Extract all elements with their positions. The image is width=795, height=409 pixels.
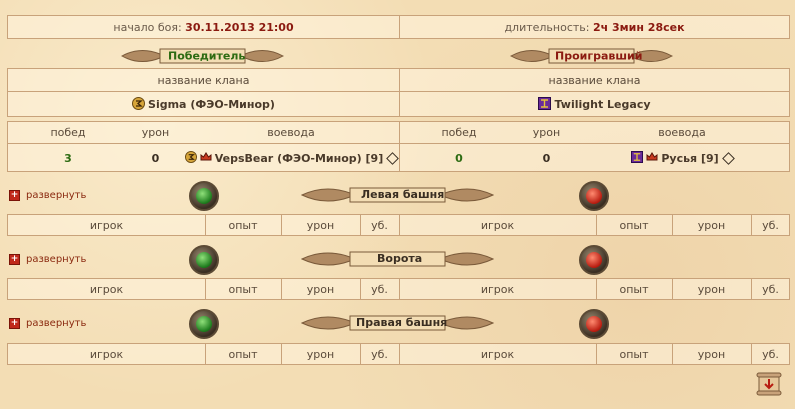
col-exp: опыт	[228, 218, 258, 232]
winner-clan-name: Sigma (ФЭО-Минор)	[148, 98, 275, 111]
start-value: 30.11.2013 21:00	[185, 20, 294, 34]
loser-leader-name: Русья [9]	[661, 151, 719, 165]
clan-table: название клана название клана Sigma (ФЭО…	[7, 68, 790, 117]
col-player: игрок	[480, 347, 515, 361]
winner-leader-name: VepsBear (ФЭО-Минор) [9]	[214, 151, 384, 165]
red-flag-icon	[579, 245, 609, 275]
col-player: игрок	[89, 218, 124, 232]
winner-leader[interactable]: VepsBear (ФЭО-Минор) [9]	[183, 143, 400, 173]
winner-wins-header: побед	[50, 126, 86, 139]
col-damage: урон	[697, 218, 726, 232]
info-icon[interactable]	[721, 151, 735, 165]
col-player: игрок	[89, 282, 124, 296]
plus-icon: +	[9, 190, 20, 201]
red-flag-icon	[579, 309, 609, 339]
col-player: игрок	[89, 347, 124, 361]
col-kills: уб.	[762, 218, 779, 232]
green-flag-icon	[189, 245, 219, 275]
loser-leader[interactable]: Русья [9]	[574, 143, 790, 173]
winner-clan[interactable]: Sigma (ФЭО-Минор)	[8, 91, 399, 118]
loser-clan-col-header: название клана	[548, 73, 641, 87]
plus-icon: +	[9, 318, 20, 329]
green-flag-icon	[189, 181, 219, 211]
start-label: начало боя:	[113, 20, 182, 34]
winner-damage-header: урон	[141, 126, 170, 139]
col-kills: уб.	[371, 218, 388, 232]
col-damage: урон	[697, 347, 726, 361]
col-player: игрок	[480, 218, 515, 232]
players-table-gate: игрок опыт урон уб. игрок опыт урон уб.	[7, 278, 790, 300]
twilight-clan-icon	[631, 150, 644, 166]
expand-toggle-left-tower[interactable]: + развернуть	[9, 190, 86, 201]
expand-label: развернуть	[26, 190, 87, 201]
tower-title-gate: Ворота	[377, 252, 423, 265]
loser-damage-header: урон	[532, 126, 561, 139]
col-damage: урон	[306, 282, 335, 296]
tower-title-right: Правая башня	[356, 316, 448, 329]
expand-label: развернуть	[26, 254, 87, 265]
col-player: игрок	[480, 282, 515, 296]
scroll-icon[interactable]	[755, 370, 783, 398]
players-table-right: игрок опыт урон уб. игрок опыт урон уб.	[7, 343, 790, 365]
players-table-left: игрок опыт урон уб. игрок опыт урон уб.	[7, 214, 790, 236]
loser-wins-value: 0	[455, 151, 463, 165]
loser-clan-name: Twilight Legacy	[554, 98, 651, 111]
winner-title: Победитель	[168, 49, 246, 63]
tower-title-left: Левая башня	[361, 188, 445, 201]
winner-leader-header: воевода	[267, 126, 315, 139]
col-exp: опыт	[619, 218, 649, 232]
expand-label: развернуть	[26, 318, 87, 329]
loser-wins-header: побед	[441, 126, 477, 139]
loser-leader-header: воевода	[658, 126, 706, 139]
twilight-clan-icon	[538, 96, 552, 113]
stats-table: побед урон воевода побед урон воевода 3 …	[7, 121, 790, 172]
battle-start: начало боя: 30.11.2013 21:00	[8, 16, 399, 38]
winner-damage-value: 0	[151, 151, 160, 165]
red-flag-icon	[579, 181, 609, 211]
expand-toggle-right-tower[interactable]: + развернуть	[9, 318, 86, 329]
sigma-clan-icon	[184, 150, 197, 166]
winner-clan-col-header: название клана	[157, 73, 250, 87]
green-flag-icon	[189, 309, 219, 339]
loser-title: Проигравший	[555, 49, 643, 63]
battle-duration: длительность: 2ч 3мин 28сек	[399, 16, 790, 38]
loser-damage-value: 0	[542, 151, 551, 165]
col-damage: урон	[306, 347, 335, 361]
col-kills: уб.	[371, 282, 388, 296]
info-icon[interactable]	[386, 151, 400, 165]
col-damage: урон	[697, 282, 726, 296]
winner-wins-value: 3	[64, 151, 72, 165]
sigma-clan-icon	[132, 96, 146, 113]
crown-icon	[646, 151, 658, 166]
loser-clan[interactable]: Twilight Legacy	[399, 91, 790, 118]
duration-label: длительность:	[504, 20, 590, 34]
col-exp: опыт	[228, 282, 258, 296]
duration-value: 2ч 3мин 28сек	[592, 20, 685, 34]
battle-info-bar: начало боя: 30.11.2013 21:00 длительност…	[7, 15, 790, 39]
col-exp: опыт	[619, 347, 649, 361]
crown-icon	[200, 151, 212, 166]
plus-icon: +	[9, 254, 20, 265]
col-exp: опыт	[228, 347, 258, 361]
col-damage: урон	[306, 218, 335, 232]
col-exp: опыт	[619, 282, 649, 296]
expand-toggle-gate[interactable]: + развернуть	[9, 254, 86, 265]
col-kills: уб.	[762, 282, 779, 296]
col-kills: уб.	[371, 347, 388, 361]
col-kills: уб.	[762, 347, 779, 361]
